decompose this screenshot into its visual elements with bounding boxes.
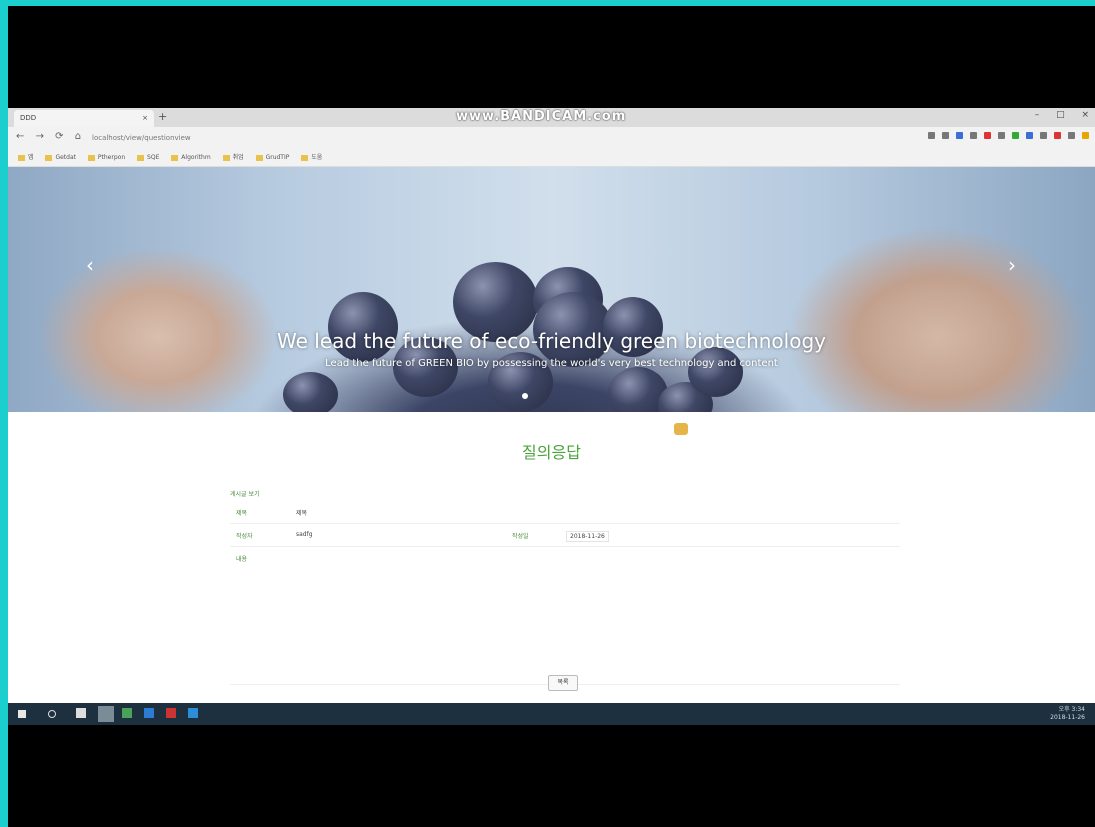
new-tab-button[interactable]: +	[158, 110, 167, 123]
extension-icon[interactable]	[970, 132, 977, 139]
minimize-button[interactable]: –	[1035, 110, 1040, 120]
app-icon[interactable]	[122, 708, 132, 718]
subject-row: 제목 제목	[230, 501, 900, 524]
folder-icon	[301, 154, 309, 161]
search-icon[interactable]	[48, 710, 56, 718]
system-tray-clock[interactable]: 오후 3:34 2018-11-26	[1050, 706, 1085, 722]
extension-icon[interactable]	[1012, 132, 1019, 139]
close-window-button[interactable]: ×	[1081, 110, 1089, 120]
profile-icon[interactable]	[1082, 132, 1089, 139]
author-label: 작성자	[236, 533, 253, 540]
folder-icon	[18, 154, 25, 161]
hero-carousel: ‹ › We lead the future of eco-friendly g…	[8, 167, 1095, 412]
grape-image	[283, 372, 338, 412]
vscode-icon[interactable]	[188, 708, 198, 718]
mouse-cursor-icon	[674, 423, 688, 435]
bookmark[interactable]: Ptherpon	[87, 149, 125, 166]
browser-app-icon[interactable]	[98, 706, 114, 722]
back-icon[interactable]: ←	[16, 131, 24, 142]
recording-watermark: www.BANDICAM.com	[456, 109, 627, 124]
extension-icon[interactable]	[984, 132, 991, 139]
home-icon[interactable]: ⌂	[75, 131, 81, 142]
extension-icon[interactable]	[998, 132, 1005, 139]
content-row: 내용	[230, 547, 900, 569]
folder-icon	[45, 154, 53, 161]
web-page: ‹ › We lead the future of eco-friendly g…	[8, 167, 1095, 703]
author-value: sadfg	[296, 531, 313, 538]
author-row: 작성자 sadfg 작성일 2018-11-26	[230, 524, 900, 547]
hero-headline: We lead the future of eco-friendly green…	[277, 329, 826, 353]
forward-icon[interactable]: →	[36, 131, 44, 142]
date-value: 2018-11-26	[566, 531, 609, 542]
form-caption: 게시글 보기	[230, 491, 260, 498]
date-label: 작성일	[512, 533, 529, 540]
extension-icon[interactable]	[928, 132, 935, 139]
app-icon[interactable]	[144, 708, 154, 718]
folder-icon	[222, 154, 230, 161]
app-icon[interactable]	[166, 708, 176, 718]
subject-value: 제목	[296, 510, 308, 517]
windows-taskbar: 오후 3:34 2018-11-26	[8, 703, 1095, 725]
address-row: ← → ⟳ ⌂ localhost/view/questionview	[8, 127, 1095, 149]
extension-icon[interactable]	[1040, 132, 1047, 139]
bookmark[interactable]: 취업	[222, 149, 244, 166]
tab-title: DDD	[20, 114, 37, 122]
carousel-prev-icon[interactable]: ‹	[86, 253, 94, 277]
folder-icon	[255, 154, 263, 161]
extension-icon[interactable]	[1068, 132, 1075, 139]
grape-image	[688, 347, 743, 397]
hero-subline: Lead the future of GREEN BIO by possessi…	[325, 358, 778, 369]
folder-icon	[171, 154, 179, 161]
extension-icon[interactable]	[1054, 132, 1061, 139]
browser-tab[interactable]: DDD ×	[14, 110, 154, 127]
page-title: 질의응답	[522, 443, 581, 462]
bookmark[interactable]: Getdat	[45, 149, 76, 166]
reload-icon[interactable]: ⟳	[55, 131, 63, 142]
bookmark[interactable]: Algorithm	[171, 149, 211, 166]
bookmark[interactable]: 앱	[18, 149, 34, 166]
browser-tab-bar: DDD × + www.BANDICAM.com – □ ×	[8, 108, 1095, 127]
content-label: 내용	[236, 556, 248, 563]
carousel-indicator[interactable]	[522, 393, 528, 399]
folder-icon	[87, 154, 95, 161]
maximize-button[interactable]: □	[1056, 110, 1065, 120]
file-explorer-icon[interactable]	[76, 708, 86, 718]
bookmark[interactable]: 도움	[301, 149, 322, 166]
tab-close-icon[interactable]: ×	[142, 110, 148, 127]
content-body	[230, 569, 900, 685]
bookmarks-bar: 앱 Getdat Ptherpon SQE Algorithm 취업 GrudT…	[8, 149, 1095, 167]
window-controls: – □ ×	[1021, 110, 1089, 120]
extension-icon[interactable]	[1026, 132, 1033, 139]
extension-icon[interactable]	[942, 132, 949, 139]
nav-buttons: ← → ⟳ ⌂	[16, 131, 89, 142]
extension-icons	[928, 132, 1089, 139]
tray-time: 오후 3:34	[1058, 706, 1085, 713]
post-view-form: 게시글 보기 제목 제목 작성자 sadfg 작성일 2018-11-26 내용	[230, 489, 900, 685]
bookmark[interactable]: SQE	[137, 149, 159, 166]
screen-recording: DDD × + www.BANDICAM.com – □ × ← → ⟳ ⌂ l…	[8, 6, 1095, 827]
carousel-next-icon[interactable]: ›	[1008, 253, 1016, 277]
folder-icon	[137, 154, 145, 161]
subject-label: 제목	[236, 510, 248, 517]
bookmark[interactable]: GrudTIP	[255, 149, 289, 166]
tray-date: 2018-11-26	[1050, 714, 1085, 721]
extension-icon[interactable]	[956, 132, 963, 139]
list-button[interactable]: 목록	[548, 675, 578, 691]
address-bar[interactable]: localhost/view/questionview	[92, 131, 852, 145]
start-icon[interactable]	[18, 710, 26, 718]
